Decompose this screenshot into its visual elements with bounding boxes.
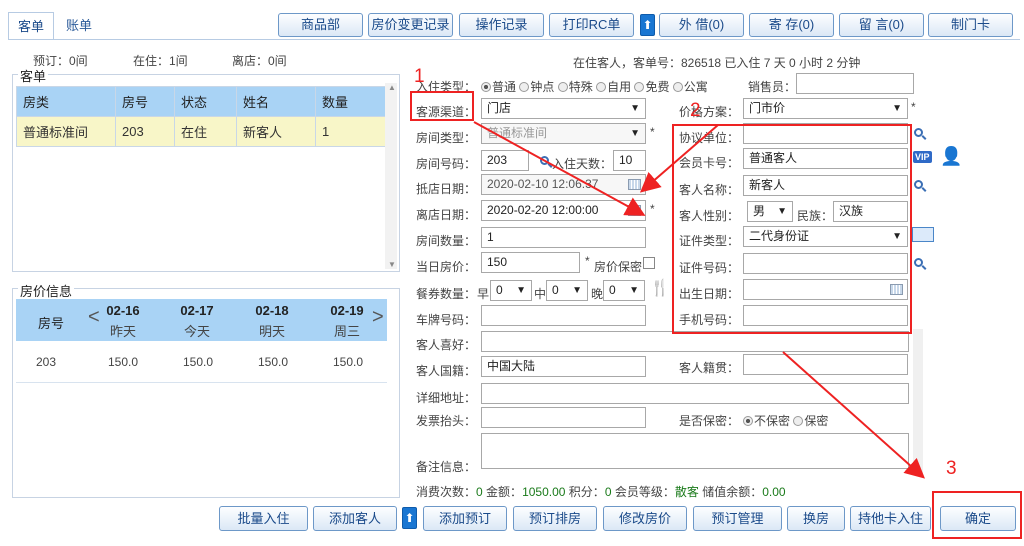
annotation-arrows (473, 121, 925, 479)
